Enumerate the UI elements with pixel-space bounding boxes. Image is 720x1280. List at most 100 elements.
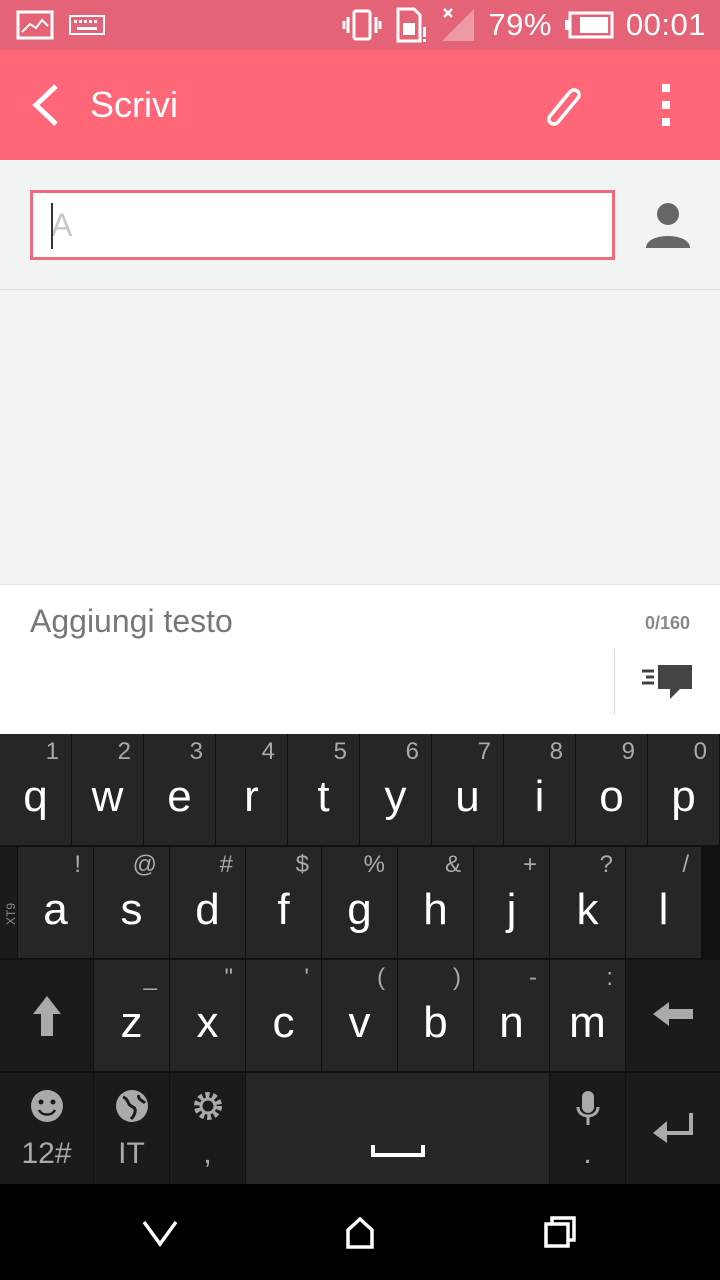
key-alt-label: " <box>224 964 233 991</box>
symbols-key-label: 12# <box>21 1137 72 1170</box>
key-label: m <box>569 998 606 1047</box>
settings-comma-key[interactable]: , <box>170 1073 246 1185</box>
keyboard-row-3: _ z " x ' c(v) b - n: m <box>0 960 720 1072</box>
key-m[interactable]: :m <box>550 960 626 1072</box>
key-l[interactable]: / l <box>626 847 702 959</box>
key-label: c <box>272 998 295 1047</box>
language-key[interactable]: IT <box>94 1073 170 1185</box>
key-alt-label: 5 <box>333 738 347 765</box>
enter-icon <box>653 1113 693 1143</box>
smiley-icon <box>30 1090 63 1122</box>
sim-icon <box>396 7 427 43</box>
key-label: p <box>671 772 696 821</box>
key-alt-label: 7 <box>477 738 491 765</box>
recipient-input[interactable] <box>33 193 612 257</box>
key-o[interactable]: 9o <box>576 734 648 846</box>
send-icon[interactable] <box>640 663 694 703</box>
page-title: Scrivi <box>90 84 178 125</box>
key-s[interactable]: @ s <box>94 847 170 959</box>
backspace-icon <box>653 1002 693 1026</box>
key-k[interactable]: ? k <box>550 847 626 959</box>
key-label: g <box>347 885 372 934</box>
key-alt-label: 1 <box>45 738 59 765</box>
nav-back-icon[interactable] <box>140 1214 180 1250</box>
text-cursor <box>51 203 53 249</box>
keyboard-icon <box>69 15 105 35</box>
vibrate-icon <box>342 9 382 41</box>
space-key[interactable] <box>246 1073 550 1185</box>
key-j[interactable]: + j <box>474 847 550 959</box>
backspace-key[interactable] <box>626 960 720 1072</box>
contact-picker-icon[interactable] <box>644 200 692 250</box>
gear-icon <box>193 1092 222 1120</box>
key-c[interactable]: ' c <box>246 960 322 1072</box>
key-h[interactable]: & h <box>398 847 474 959</box>
key-label: h <box>423 885 448 934</box>
key-label: y <box>384 772 407 821</box>
nav-recents-icon[interactable] <box>540 1214 580 1250</box>
key-q[interactable]: 1q <box>0 734 72 846</box>
xt9-indicator: XT9 <box>0 847 18 959</box>
key-d[interactable]: # d <box>170 847 246 959</box>
microphone-icon <box>576 1091 599 1125</box>
key-alt-label: : <box>606 964 613 991</box>
key-w[interactable]: 2w <box>72 734 144 846</box>
key-label: u <box>455 772 480 821</box>
key-alt-label: 3 <box>189 738 203 765</box>
emoji-symbols-key[interactable]: 12# <box>0 1073 94 1185</box>
space-bar-icon <box>370 1145 425 1157</box>
key-r[interactable]: 4r <box>216 734 288 846</box>
key-a[interactable]: ! a <box>18 847 94 959</box>
key-x[interactable]: " x <box>170 960 246 1072</box>
battery-percent: 79% <box>488 7 552 42</box>
key-label: k <box>576 885 599 934</box>
key-label: v <box>348 998 371 1047</box>
key-g[interactable]: % g <box>322 847 398 959</box>
key-alt-label: # <box>219 851 233 878</box>
enter-key[interactable] <box>626 1073 720 1185</box>
recipient-area <box>0 160 720 290</box>
key-e[interactable]: 3e <box>144 734 216 846</box>
key-alt-label: @ <box>132 851 157 878</box>
more-icon[interactable] <box>648 80 684 130</box>
recipient-field-box <box>30 190 615 260</box>
key-label: z <box>120 998 143 1047</box>
attach-icon[interactable] <box>538 80 588 130</box>
navigation-bar <box>0 1184 720 1280</box>
key-u[interactable]: 7u <box>432 734 504 846</box>
key-t[interactable]: 5t <box>288 734 360 846</box>
key-label: w <box>91 772 124 821</box>
key-b[interactable]: ) b <box>398 960 474 1072</box>
message-input[interactable]: Aggiungi testo <box>30 603 233 640</box>
key-n[interactable]: -n <box>474 960 550 1072</box>
key-alt-label: ) <box>453 964 461 991</box>
nav-home-icon[interactable] <box>340 1214 380 1250</box>
status-bar: 79% 00:01 <box>0 0 720 50</box>
key-y[interactable]: 6y <box>360 734 432 846</box>
key-label: l <box>658 885 669 934</box>
key-alt-label: & <box>444 851 461 878</box>
key-z[interactable]: _ z <box>94 960 170 1072</box>
key-alt-label: ? <box>599 851 613 878</box>
key-f[interactable]: $ f <box>246 847 322 959</box>
key-label: a <box>43 885 68 934</box>
language-key-label: IT <box>118 1137 145 1170</box>
key-i[interactable]: 8i <box>504 734 576 846</box>
key-label: n <box>499 998 524 1047</box>
key-v[interactable]: (v <box>322 960 398 1072</box>
shift-key[interactable] <box>0 960 94 1072</box>
image-icon <box>16 10 54 40</box>
key-label: x <box>196 998 219 1047</box>
keyboard-row-1: 1q2w3e4r5t6y7u8i9o0p <box>0 734 720 846</box>
compose-divider <box>614 649 615 715</box>
key-alt-label: 4 <box>261 738 275 765</box>
key-alt-label: / <box>682 851 689 878</box>
key-p[interactable]: 0p <box>648 734 720 846</box>
key-label: b <box>423 998 448 1047</box>
character-counter: 0/160 <box>644 613 690 633</box>
voice-period-key[interactable]: . <box>550 1073 626 1185</box>
globe-icon <box>115 1090 148 1122</box>
key-label: d <box>195 885 220 934</box>
back-icon[interactable] <box>26 80 66 130</box>
period-key-label: . <box>583 1137 592 1170</box>
